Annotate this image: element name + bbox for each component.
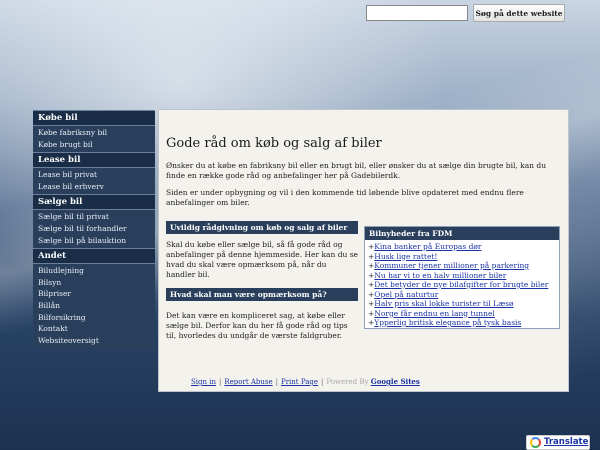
sidebar-item-websiteoversigt[interactable]: Websiteoversigt [33, 335, 155, 347]
sidebar-item-kobe-brugt[interactable]: Købe brugt bil [33, 139, 155, 151]
sidebar-item-kobe-fabriksny[interactable]: Købe fabriksny bil [33, 127, 155, 139]
translate-label: Translate [544, 437, 589, 447]
sidebar-item-saelge-bilauktion[interactable]: Sælge bil på bilauktion [33, 235, 155, 247]
intro-paragraph: Ønsker du at købe en fabriksny bil eller… [166, 161, 547, 180]
section-heading: Uvildig rådgivning om køb og salg af bil… [166, 221, 358, 234]
sidebar-item-saelge-privat[interactable]: Sælge bil til privat [33, 211, 155, 223]
news-link[interactable]: Nu har vi to en halv millioner biler [374, 271, 506, 280]
news-link[interactable]: Norge får endnu en lang tunnel [374, 309, 495, 318]
news-link[interactable]: Det betyder de nye bilafgifter for brugt… [374, 280, 548, 289]
sidebar-heading[interactable]: Andet [33, 248, 155, 265]
news-link[interactable]: Kommuner tjener millioner på parkering [374, 261, 529, 270]
list-item: +Ypperlig britisk elegance på tysk basis [368, 318, 522, 327]
list-item: +Det betyder de nye bilafgifter for brug… [368, 280, 549, 289]
sidebar-nav: Købe bil Købe fabriksny bil Købe brugt b… [33, 110, 155, 349]
print-page-link[interactable]: Print Page [281, 378, 318, 386]
footer-separator: | [219, 378, 222, 386]
sidebar-group-andet: Andet Biludlejning Bilsyn Bilpriser Bill… [33, 248, 155, 348]
intro-paragraph-2: Siden er under opbygning og vil i den ko… [166, 188, 524, 207]
news-link[interactable]: Ypperlig britisk elegance på tysk basis [374, 318, 521, 327]
footer-separator: | [321, 378, 324, 386]
news-link[interactable]: Opel på naturtur [374, 290, 438, 299]
sign-in-link[interactable]: Sign in [191, 378, 216, 386]
section-text: Det kan være en kompliceret sag, at købe… [166, 311, 348, 340]
footer: Sign in | Report Abuse | Print Page | Powered … [191, 377, 420, 386]
list-item: +Norge får endnu en lang tunnel [368, 308, 495, 318]
sidebar-item-biludlejning[interactable]: Biludlejning [33, 265, 155, 277]
news-link[interactable]: Husk lige rattet! [374, 252, 437, 261]
list-item: +Kommuner tjener millioner på parkering [368, 261, 530, 270]
google-g-icon [530, 437, 541, 448]
search-site-button[interactable]: Søg på dette website [473, 4, 565, 22]
section-heading: Hvad skal man være opmærksom på? [166, 288, 358, 301]
list-item: +Husk lige rattet! [368, 251, 438, 261]
section-text: Skal du købe eller sælge bil, så få gode… [166, 240, 358, 279]
sidebar-heading[interactable]: Købe bil [33, 110, 155, 126]
sidebar-item-bilpriser[interactable]: Bilpriser [33, 288, 155, 300]
sidebar-group-lease: Lease bil Lease bil privat Lease bil erh… [33, 152, 155, 194]
report-abuse-link[interactable]: Report Abuse [224, 378, 272, 386]
sidebar-item-lease-erhverv[interactable]: Lease bil erhverv [33, 181, 155, 193]
news-box: Bilnyheder fra FDM +Kina banker på Europ… [364, 226, 560, 329]
list-item: +Kina banker på Europas dør [368, 242, 482, 251]
sidebar-item-lease-privat[interactable]: Lease bil privat [33, 169, 155, 181]
list-item: +Halv pris skal lokke turister til Læsø [368, 299, 514, 308]
sidebar-item-saelge-forhandler[interactable]: Sælge bil til forhandler [33, 223, 155, 235]
sidebar-item-bilsyn[interactable]: Bilsyn [33, 277, 155, 289]
search-input[interactable] [366, 5, 468, 21]
news-list: +Kina banker på Europas dør +Husk lige r… [365, 240, 559, 330]
footer-separator: | [275, 378, 278, 386]
sidebar-group-saelge: Sælge bil Sælge bil til privat Sælge bil… [33, 194, 155, 248]
page-title: Gode råd om køb og salg af biler [166, 136, 382, 151]
translate-button[interactable]: Translate [526, 435, 590, 450]
sidebar-group-kobe: Købe bil Købe fabriksny bil Købe brugt b… [33, 110, 155, 152]
news-link[interactable]: Halv pris skal lokke turister til Læsø [374, 299, 513, 308]
powered-by-label: Powered By [326, 378, 369, 386]
sidebar-heading[interactable]: Sælge bil [33, 194, 155, 211]
sidebar-item-kontakt[interactable]: Kontakt [33, 323, 155, 335]
list-item: +Opel på naturtur [368, 289, 439, 299]
news-link[interactable]: Kina banker på Europas dør [374, 242, 481, 251]
sidebar-item-bilforsikring[interactable]: Bilforsikring [33, 312, 155, 324]
sidebar-heading[interactable]: Lease bil [33, 152, 155, 169]
news-heading: Bilnyheder fra FDM [365, 227, 559, 240]
left-column: Uvildig rådgivning om køb og salg af bil… [166, 221, 358, 341]
google-sites-link[interactable]: Google Sites [371, 377, 420, 386]
main-content: Gode råd om køb og salg af biler Ønsker … [158, 109, 569, 392]
sidebar-item-billan[interactable]: Billån [33, 300, 155, 312]
list-item: +Nu har vi to en halv millioner biler [368, 270, 507, 280]
